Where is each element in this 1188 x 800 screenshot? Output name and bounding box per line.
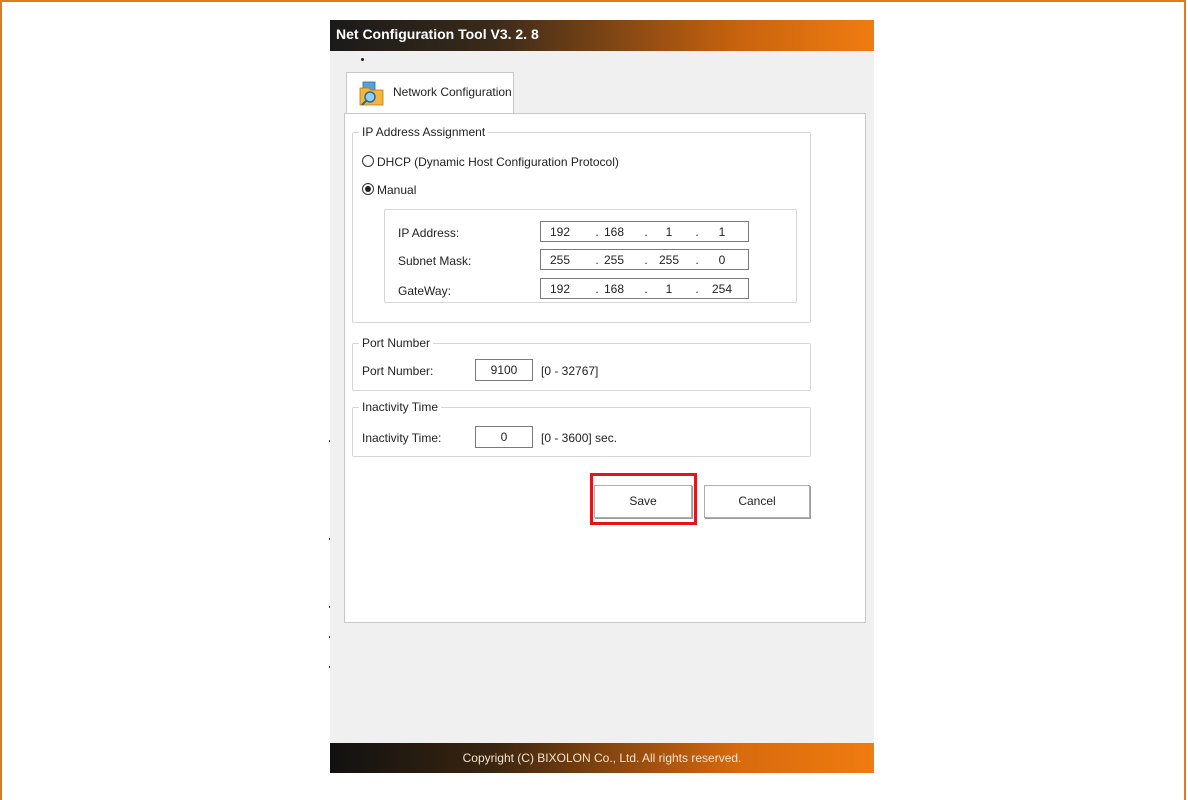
gateway-label: GateWay: <box>398 284 451 298</box>
tab-network-configuration[interactable]: Network Configuration <box>346 72 514 114</box>
ip-group-title: IP Address Assignment <box>359 125 489 139</box>
port-number-input[interactable]: 9100 <box>475 359 533 381</box>
port-group-title: Port Number <box>359 336 434 350</box>
subnet-mask-input[interactable]: 255 . 255 . 255 . 0 <box>540 249 749 270</box>
port-number-label: Port Number: <box>362 364 434 378</box>
cancel-button[interactable]: Cancel <box>704 485 810 518</box>
save-highlight-box <box>590 473 697 525</box>
inactivity-range-hint: [0 - 3600] sec. <box>541 431 618 445</box>
manual-ip-subgroup: IP Address: 192 . 168 . 1 . 1 Subnet Mas… <box>384 209 797 303</box>
manual-label[interactable]: Manual <box>377 183 416 197</box>
ip-address-label: IP Address: <box>398 226 460 240</box>
inactivity-time-group: Inactivity Time Inactivity Time: 0 [0 - … <box>352 400 811 457</box>
inactivity-time-label: Inactivity Time: <box>362 431 442 445</box>
inactivity-group-title: Inactivity Time <box>359 400 442 414</box>
configuration-panel: IP Address Assignment DHCP (Dynamic Host… <box>344 113 866 623</box>
port-range-hint: [0 - 32767] <box>541 364 599 378</box>
ip-address-input[interactable]: 192 . 168 . 1 . 1 <box>540 221 749 242</box>
folder-magnifier-icon <box>359 81 384 106</box>
app-window: Net Configuration Tool V3. 2. 8 Network … <box>330 20 874 773</box>
dot-mark <box>361 58 364 61</box>
dhcp-radio[interactable] <box>362 155 374 167</box>
ip-address-group: IP Address Assignment DHCP (Dynamic Host… <box>352 125 811 323</box>
port-number-group: Port Number Port Number: 9100 [0 - 32767… <box>352 336 811 391</box>
subnet-mask-label: Subnet Mask: <box>398 254 472 268</box>
dhcp-label[interactable]: DHCP (Dynamic Host Configuration Protoco… <box>377 155 619 169</box>
footer-copyright: Copyright (C) BIXOLON Co., Ltd. All righ… <box>330 743 874 773</box>
tab-label: Network Configuration <box>393 85 512 99</box>
inactivity-time-input[interactable]: 0 <box>475 426 533 448</box>
manual-radio[interactable] <box>362 183 374 195</box>
gateway-input[interactable]: 192 . 168 . 1 . 254 <box>540 278 749 299</box>
window-title: Net Configuration Tool V3. 2. 8 <box>330 20 874 51</box>
